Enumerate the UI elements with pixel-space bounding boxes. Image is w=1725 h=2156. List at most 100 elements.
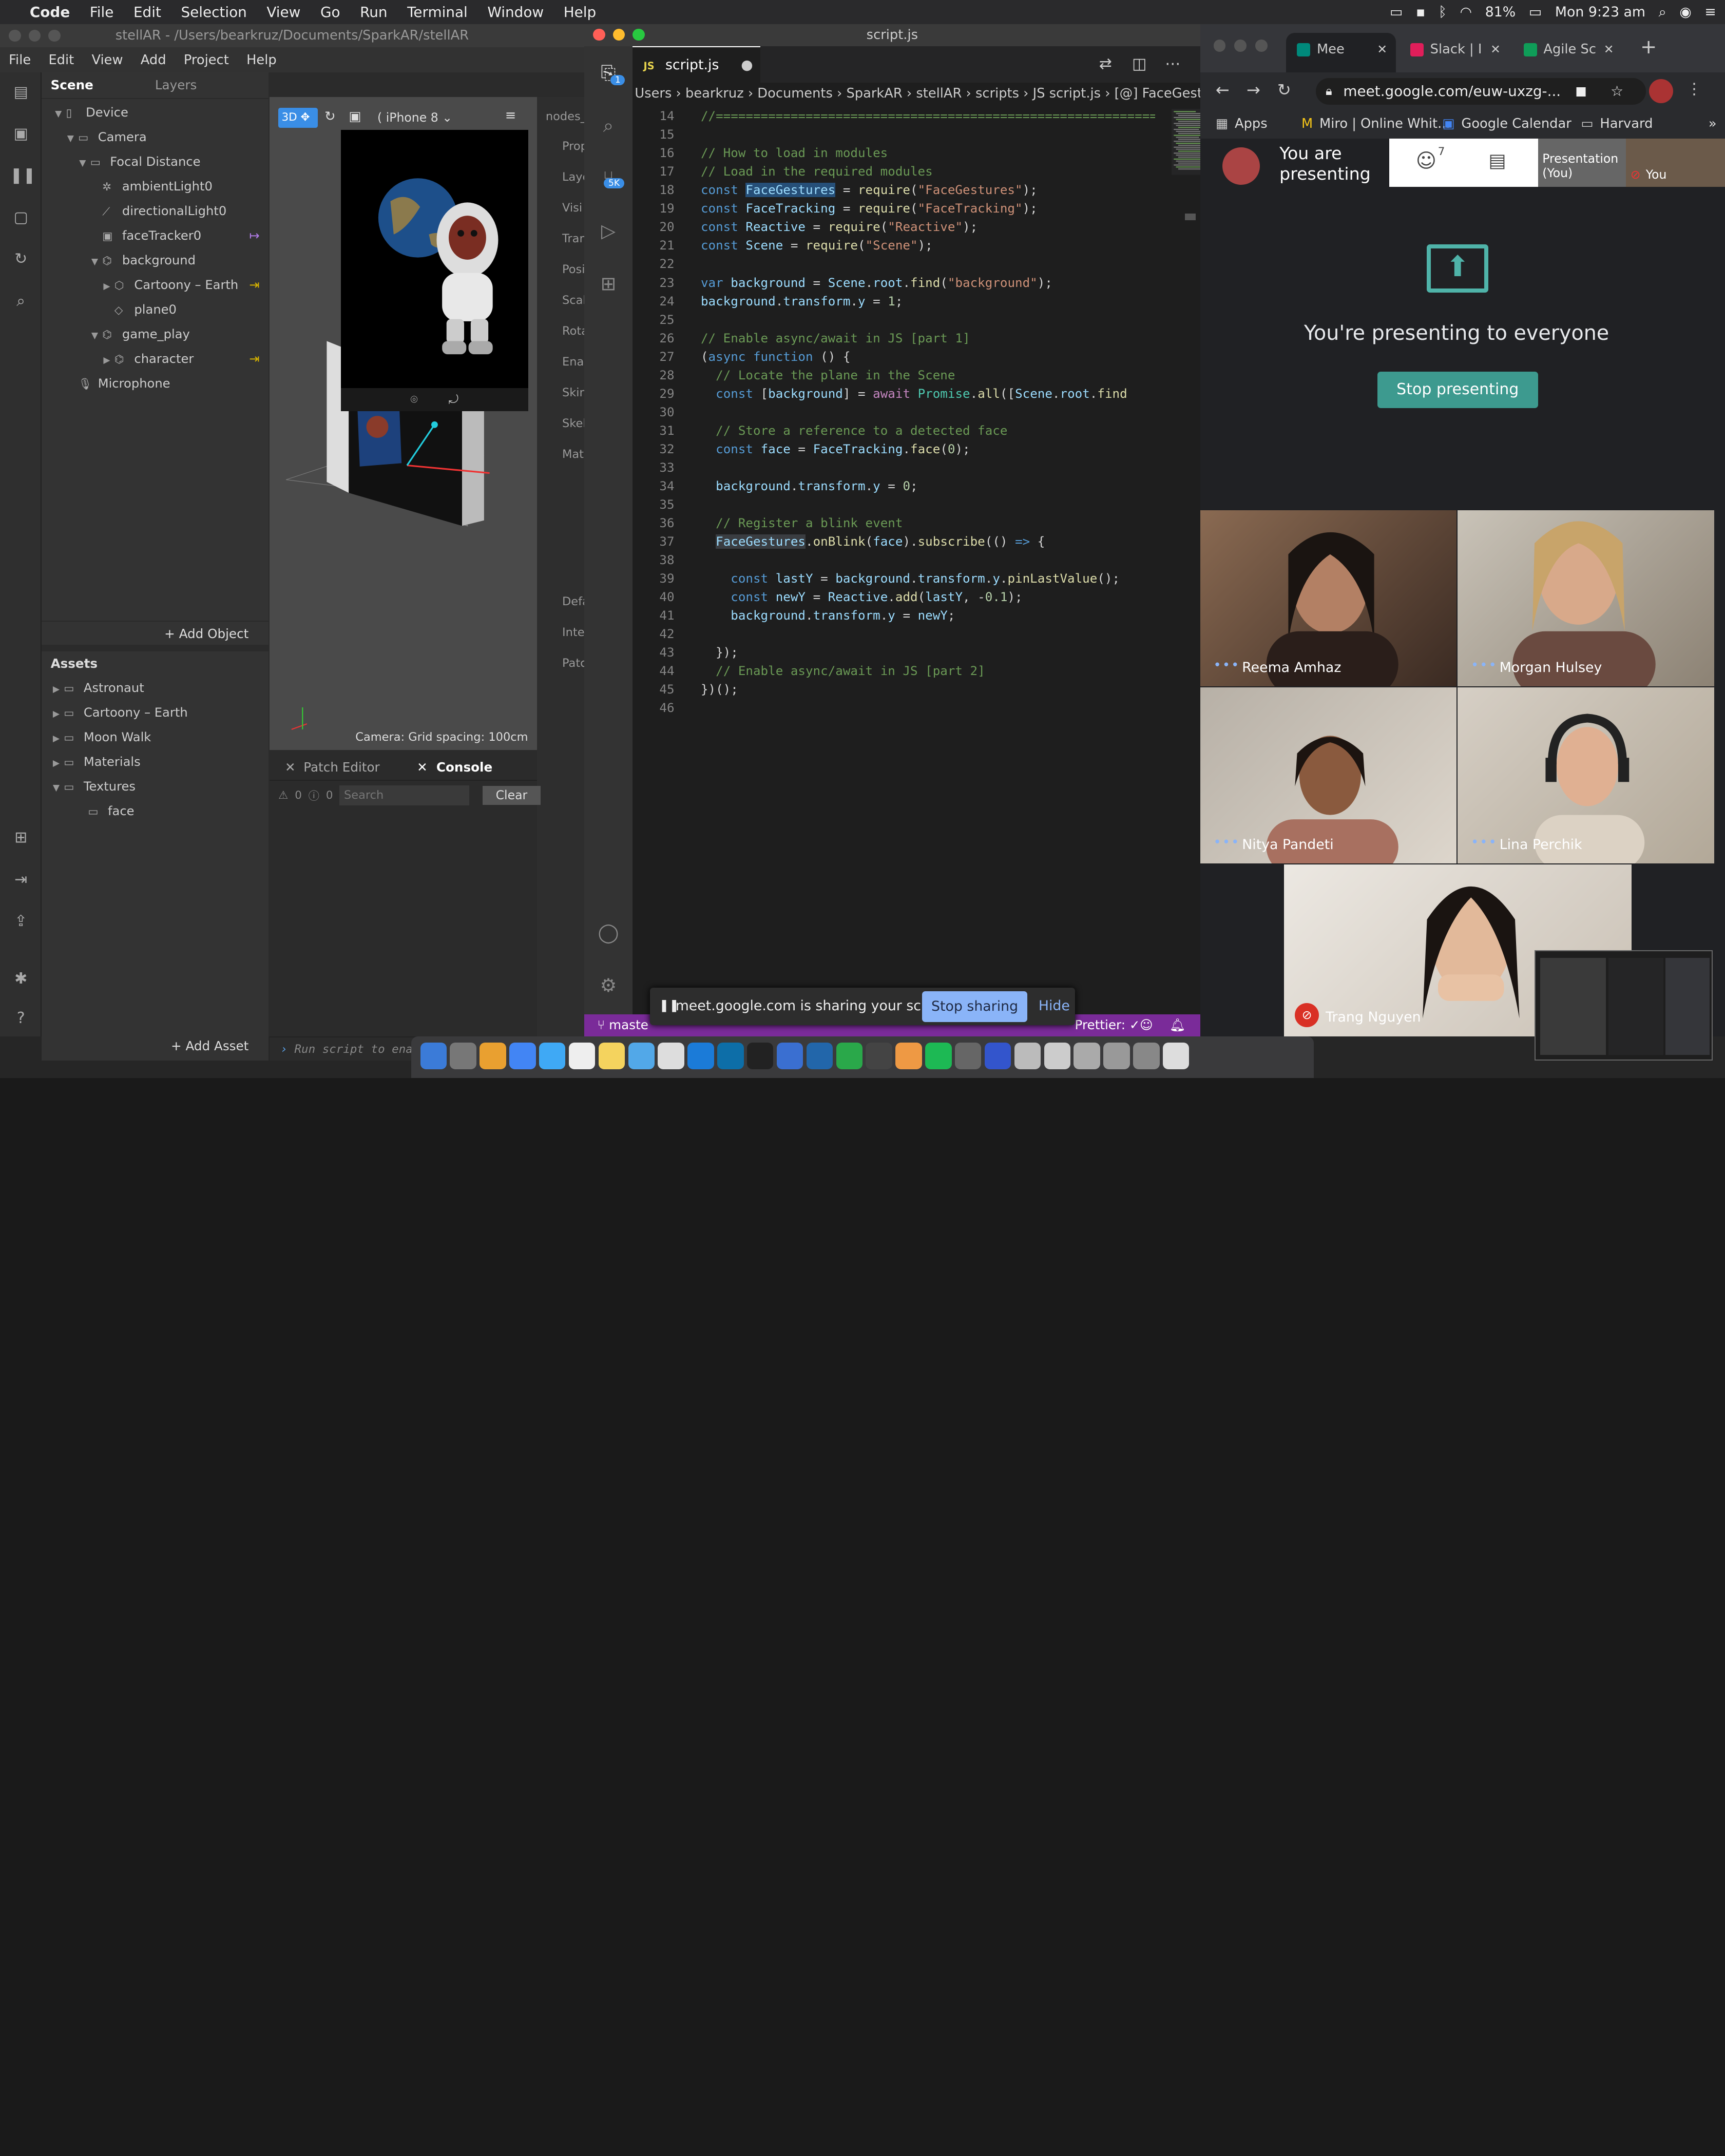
flag-icon[interactable]: ▪ bbox=[1416, 4, 1425, 20]
dock-app-icon[interactable] bbox=[1074, 1043, 1100, 1069]
zoom-button[interactable] bbox=[1255, 40, 1268, 52]
warning-icon[interactable]: ⚠ bbox=[278, 789, 288, 802]
menu-help[interactable]: Help bbox=[553, 4, 606, 21]
layout-icon[interactable]: ▣ bbox=[349, 109, 361, 124]
dock-app-icon[interactable] bbox=[984, 1043, 1011, 1069]
code-line[interactable]: const FaceGestures = require("FaceGestur… bbox=[701, 183, 1038, 198]
code-line[interactable]: // Enable async/await in JS [part 2] bbox=[701, 664, 985, 678]
menu-kebab-icon[interactable]: ⋮ bbox=[1686, 80, 1702, 98]
run-debug-icon[interactable]: ▷ bbox=[595, 218, 621, 244]
dock-app-icon[interactable] bbox=[746, 1043, 774, 1069]
dock-app-icon[interactable] bbox=[954, 1043, 982, 1069]
search-icon[interactable]: ⌕ bbox=[595, 112, 621, 139]
property-label[interactable]: Patc bbox=[562, 657, 584, 670]
browser-tab[interactable]: Mee ✕ bbox=[1286, 33, 1396, 73]
spark-menu-add[interactable]: Add bbox=[132, 52, 175, 68]
code-line[interactable]: }); bbox=[701, 645, 738, 660]
spark-menu-file[interactable]: File bbox=[0, 52, 40, 68]
participant-tile-lina[interactable]: ••• Lina Perchik bbox=[1458, 687, 1714, 864]
scene-tree-item[interactable]: ▼ ⌬ game_play bbox=[42, 322, 268, 346]
breadcrumb[interactable]: Users › bearkruz › Documents › SparkAR ›… bbox=[632, 83, 1200, 105]
property-label[interactable]: Tran bbox=[562, 232, 584, 245]
dock-app-icon[interactable] bbox=[717, 1043, 744, 1069]
dock-app-icon[interactable] bbox=[1133, 1043, 1160, 1069]
link-icon[interactable]: ⇥ bbox=[249, 273, 259, 297]
search-icon[interactable]: ⌕ bbox=[1659, 4, 1666, 21]
property-label[interactable]: Defa bbox=[562, 595, 584, 608]
expand-arrow-icon[interactable]: ▼ bbox=[79, 151, 90, 176]
dock-app-icon[interactable] bbox=[925, 1043, 952, 1069]
code-line[interactable]: (async function () { bbox=[701, 350, 850, 364]
code-line[interactable]: const newY = Reactive.add(lastY, -0.1); bbox=[701, 590, 1022, 604]
property-label[interactable]: Rota bbox=[562, 324, 584, 338]
battery-percent[interactable]: 81% bbox=[1485, 4, 1516, 20]
dock-app-icon[interactable] bbox=[1162, 1043, 1190, 1069]
spark-menu-edit[interactable]: Edit bbox=[40, 52, 83, 68]
scene-tree-item[interactable]: ▼ ▯ Device bbox=[42, 100, 268, 125]
property-label[interactable]: Skin bbox=[562, 386, 584, 399]
code-line[interactable]: const [background] = await Promise.all([… bbox=[701, 387, 1127, 401]
close-button[interactable] bbox=[1213, 40, 1226, 52]
scene-tree-item[interactable]: ▼ ▭ Camera bbox=[42, 125, 268, 149]
dock-app-icon[interactable] bbox=[598, 1043, 625, 1069]
people-icon[interactable]: ☺ bbox=[1416, 149, 1436, 172]
chat-icon[interactable]: ▤ bbox=[1488, 149, 1506, 171]
code-line[interactable]: const FaceTracking = require("FaceTracki… bbox=[701, 201, 1038, 216]
asset-item[interactable]: ▶ ▭ Moon Walk bbox=[42, 725, 268, 749]
git-branch[interactable]: maste bbox=[609, 1017, 648, 1032]
battery-icon[interactable]: ▭ bbox=[1529, 4, 1542, 20]
code-line[interactable]: })(); bbox=[701, 682, 738, 697]
split-editor-icon[interactable]: ◫ bbox=[1132, 55, 1146, 73]
code-line[interactable]: // How to load in modules bbox=[701, 146, 888, 160]
scene-tree-item[interactable]: ▣ faceTracker0 ↦ bbox=[42, 223, 268, 248]
dock-app-icon[interactable] bbox=[895, 1043, 922, 1069]
spark-menu-help[interactable]: Help bbox=[238, 52, 285, 68]
expand-arrow-icon[interactable]: ▶ bbox=[53, 726, 64, 751]
airplay-icon[interactable]: ▭ bbox=[1390, 4, 1403, 20]
add-object-button[interactable]: + Add Object bbox=[42, 620, 269, 645]
code-line[interactable]: // Locate the plane in the Scene bbox=[701, 368, 955, 382]
close-tab-icon[interactable]: ✕ bbox=[1490, 33, 1501, 66]
dock-app-icon[interactable] bbox=[480, 1043, 506, 1069]
extensions-icon[interactable]: ⊞ bbox=[595, 271, 621, 297]
expand-arrow-icon[interactable]: ▶ bbox=[53, 751, 64, 776]
menu-edit[interactable]: Edit bbox=[124, 4, 171, 21]
expand-arrow-icon[interactable]: ▶ bbox=[103, 274, 114, 299]
refresh-icon[interactable]: ↻ bbox=[10, 248, 32, 271]
wifi-icon[interactable]: ◠ bbox=[1460, 4, 1472, 20]
compare-icon[interactable]: ⇄ bbox=[1099, 55, 1112, 73]
stop-sharing-button[interactable]: Stop sharing bbox=[922, 991, 1028, 1022]
dock-app-icon[interactable] bbox=[450, 1043, 476, 1069]
dock-app-icon[interactable] bbox=[658, 1043, 684, 1069]
account-icon[interactable]: ◯ bbox=[595, 919, 621, 946]
property-label[interactable]: Posi bbox=[562, 263, 584, 276]
scene-tree-item[interactable]: ⟋ directionalLight0 bbox=[42, 199, 268, 223]
bluetooth-icon[interactable]: ᛒ bbox=[1439, 4, 1447, 20]
property-label[interactable]: Inte bbox=[562, 626, 584, 639]
dock-app-icon[interactable] bbox=[836, 1043, 862, 1069]
pause-icon[interactable]: ❚❚ bbox=[10, 165, 35, 187]
menu-selection[interactable]: Selection bbox=[171, 4, 257, 21]
device-icon[interactable]: ▢ bbox=[10, 207, 32, 229]
device-select[interactable]: ( iPhone 8 ⌄ bbox=[377, 108, 465, 128]
code-line[interactable]: const Scene = require("Scene"); bbox=[701, 238, 933, 253]
code-editor[interactable]: 14 //====================================… bbox=[632, 109, 1155, 769]
app-menu[interactable]: Code bbox=[20, 4, 80, 21]
dock-app-icon[interactable] bbox=[539, 1043, 566, 1069]
zoom-button[interactable] bbox=[48, 29, 61, 42]
property-label[interactable]: Laye bbox=[562, 170, 584, 184]
screen-share-thumbnail[interactable] bbox=[1535, 950, 1713, 1061]
dock-app-icon[interactable] bbox=[628, 1043, 655, 1069]
minimize-button[interactable] bbox=[28, 29, 41, 42]
prettier-status[interactable]: Prettier: ✓ bbox=[1075, 1014, 1140, 1036]
error-icon[interactable]: ⓘ bbox=[309, 787, 319, 803]
scene-tree-item[interactable]: ▼ ⌬ background bbox=[42, 248, 268, 273]
bookmark-item[interactable]: M Miro | Online Whit... bbox=[1301, 110, 1450, 139]
scene-tree-item[interactable]: 🎙 Microphone bbox=[42, 371, 268, 396]
code-line[interactable]: background.transform.y = 0; bbox=[701, 479, 917, 493]
control-center-icon[interactable]: ≡ bbox=[1704, 4, 1716, 20]
tab-layers[interactable]: Layers bbox=[146, 72, 206, 98]
stop-presenting-button[interactable]: Stop presenting bbox=[1377, 372, 1538, 408]
dock-app-icon[interactable] bbox=[509, 1043, 536, 1069]
dock-app-icon[interactable] bbox=[1014, 1043, 1041, 1069]
